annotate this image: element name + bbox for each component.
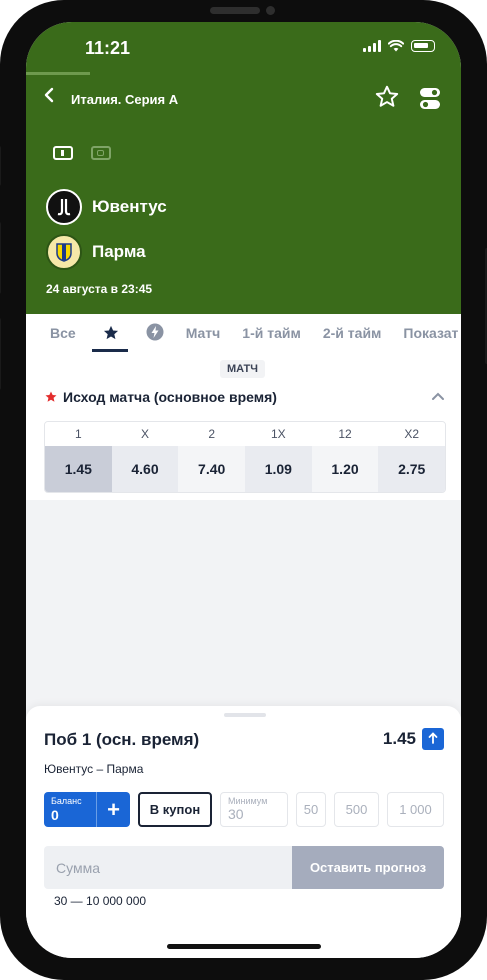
odds-cell-12[interactable]: 1.20: [311, 446, 379, 492]
stake-range: 30 — 10 000 000: [54, 894, 147, 908]
bet-odds: 1.45: [383, 728, 444, 750]
bet-title: Поб 1 (осн. время): [44, 730, 200, 749]
tv-view-icon[interactable]: [91, 146, 111, 160]
market-title-text: Исход матча (основное время): [63, 389, 277, 405]
chevron-left-icon: [44, 87, 54, 103]
settings-toggle-button[interactable]: [420, 88, 440, 115]
sum-input[interactable]: [44, 846, 292, 889]
volume-down-button: [0, 318, 1, 390]
status-divider: [26, 72, 90, 75]
odds-column-header: X: [141, 427, 150, 441]
tab-match[interactable]: Матч: [186, 325, 221, 341]
scoreboard-view-icon[interactable]: [53, 146, 73, 160]
odds-values-row: 1.45 4.60 7.40 1.09 1.20 2.75: [45, 446, 445, 492]
toggles-icon: [420, 88, 440, 109]
min-stake-label: Минимум: [228, 796, 268, 806]
lightning-badge-icon: [146, 323, 164, 340]
odds-cell-x2[interactable]: 2.75: [378, 446, 445, 492]
submit-prediction-button[interactable]: Оставить прогноз: [292, 846, 444, 889]
odds-up-button[interactable]: [422, 728, 444, 750]
betslip-sheet: Поб 1 (осн. время) 1.45 Ювентус – Парма …: [26, 706, 461, 958]
tab-stats[interactable]: Показат: [403, 325, 458, 341]
arrow-up-icon: [428, 732, 438, 744]
balance-label: Баланс: [51, 796, 82, 806]
screen: 11:21 Италия. Серия А Ювентус Парма 24 а…: [26, 22, 461, 958]
back-button[interactable]: [44, 86, 54, 109]
odds-table: 1 X 2 1X 12 X2 1.45 4.60 7.40 1.09 1.20 …: [44, 421, 446, 493]
league-title: Италия. Серия А: [71, 92, 179, 107]
volume-up-button: [0, 222, 1, 294]
odds-column-header: X2: [404, 427, 420, 441]
camera: [266, 6, 275, 15]
mute-switch: [0, 146, 1, 186]
team-home: Ювентус: [46, 189, 167, 225]
odds-column-header: 2: [208, 427, 216, 441]
match-date: 24 августа в 23:45: [46, 282, 153, 296]
balance-info: Баланс 0: [44, 792, 96, 827]
view-mode-switch: [53, 146, 111, 160]
star-red-icon: [45, 391, 57, 402]
min-stake-chip[interactable]: Минимум 30: [220, 792, 288, 827]
tab-second-half[interactable]: 2-й тайм: [323, 325, 382, 341]
odds-cell-2[interactable]: 7.40: [178, 446, 246, 492]
stake-chip-50[interactable]: 50: [296, 792, 326, 827]
section-label: МАТЧ: [220, 360, 266, 378]
team-home-name: Ювентус: [92, 197, 167, 216]
plus-icon[interactable]: +: [96, 792, 130, 827]
status-icons: [363, 40, 435, 52]
min-stake-value: 30: [228, 806, 244, 822]
bet-odds-value: 1.45: [382, 729, 416, 748]
odds-column-header: 12: [338, 427, 352, 441]
odds-column-header: 1: [74, 427, 82, 441]
home-indicator[interactable]: [167, 944, 321, 949]
team-away: Парма: [46, 234, 146, 270]
collapse-button[interactable]: [431, 390, 445, 404]
add-to-coupon-button[interactable]: В купон: [138, 792, 212, 827]
wifi-icon: [388, 40, 404, 52]
star-outline-icon: [375, 85, 399, 107]
market-title[interactable]: Исход матча (основное время): [44, 389, 277, 405]
match-header: 11:21 Италия. Серия А Ювентус Парма 24 а…: [26, 22, 461, 314]
tab-first-half[interactable]: 1-й тайм: [242, 325, 301, 341]
parma-logo-icon: [46, 234, 82, 270]
chevron-up-icon: [432, 392, 444, 400]
balance-value: 0: [51, 807, 59, 823]
bet-match: Ювентус – Парма: [44, 762, 144, 776]
juventus-logo-icon: [46, 189, 82, 225]
market-tabs: Все Матч 1-й тайм 2-й тайм Показат: [26, 314, 461, 353]
sheet-grabber[interactable]: [224, 713, 266, 717]
odds-cell-1[interactable]: 1.45: [45, 446, 112, 492]
market-section: МАТЧ Исход матча (основное время) 1 X 2 …: [26, 352, 461, 500]
star-icon: [103, 325, 118, 340]
phone-frame: 11:21 Италия. Серия А Ювентус Парма 24 а…: [0, 0, 487, 980]
team-away-name: Парма: [92, 242, 146, 261]
balance-button[interactable]: Баланс 0 +: [44, 792, 130, 827]
sum-row: Оставить прогноз: [44, 846, 444, 889]
speaker: [210, 7, 260, 14]
tab-favorites[interactable]: [91, 314, 128, 352]
battery-icon: [411, 40, 435, 52]
status-time: 11:21: [85, 38, 131, 58]
stake-chip-500[interactable]: 500: [334, 792, 379, 827]
odds-header-row: 1 X 2 1X 12 X2: [45, 422, 445, 446]
stake-row: Баланс 0 + В купон Минимум 30 50 500 1 0…: [44, 792, 444, 827]
favorite-button[interactable]: [374, 84, 400, 115]
stake-chip-1000[interactable]: 1 000: [387, 792, 444, 827]
odds-cell-1x[interactable]: 1.09: [245, 446, 312, 492]
odds-column-header: 1X: [271, 427, 286, 441]
odds-cell-x[interactable]: 4.60: [111, 446, 179, 492]
tab-boost[interactable]: [146, 323, 164, 344]
signal-icon: [363, 40, 381, 52]
tab-all[interactable]: Все: [50, 325, 76, 341]
